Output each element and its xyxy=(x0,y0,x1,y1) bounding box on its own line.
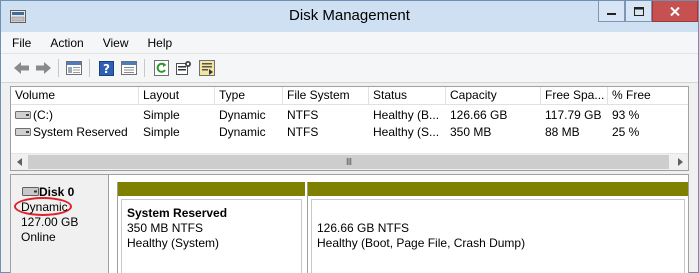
partition-size-fs: 126.66 GB NTFS xyxy=(317,221,410,235)
forward-button[interactable] xyxy=(34,59,52,77)
menu-help[interactable]: Help xyxy=(148,36,173,50)
partition-size-fs: 350 MB NTFS xyxy=(127,221,204,235)
show-hide-console-tree-button[interactable] xyxy=(65,59,83,77)
layout-cell: Simple xyxy=(143,125,180,139)
column-header-type[interactable]: Type xyxy=(215,87,283,105)
svg-text:?: ? xyxy=(103,62,110,76)
drive-icon xyxy=(15,110,31,119)
column-header-layout[interactable]: Layout xyxy=(139,87,215,105)
volume-list[interactable]: Volume Layout Type File System Status Ca… xyxy=(10,86,689,171)
type-cell: Dynamic xyxy=(219,108,266,122)
refresh-button[interactable] xyxy=(152,59,170,77)
properties-icon xyxy=(121,61,137,75)
drive-icon xyxy=(15,127,31,136)
capacity-cell: 126.66 GB xyxy=(450,108,508,122)
disk-info-panel[interactable]: Disk 0 Dynamic 127.00 GB Online xyxy=(11,175,109,273)
close-button[interactable] xyxy=(652,1,698,22)
back-arrow-icon xyxy=(13,62,29,74)
close-icon xyxy=(670,6,680,16)
disk-icon xyxy=(22,187,39,196)
volume-cell: System Reserved xyxy=(11,124,139,140)
scroll-left-button[interactable] xyxy=(11,154,28,170)
disk-size: 127.00 GB xyxy=(21,215,79,229)
maximize-icon xyxy=(633,6,644,16)
maximize-button[interactable] xyxy=(625,1,652,22)
forward-arrow-icon xyxy=(35,62,51,74)
horizontal-scrollbar[interactable]: III xyxy=(11,153,688,170)
toolbar-separator xyxy=(144,59,145,77)
free-space-cell: 117.79 GB xyxy=(545,108,602,122)
menu-view[interactable]: View xyxy=(103,36,129,50)
partition-status: Healthy (System) xyxy=(127,236,220,250)
partition-details: 126.66 GB NTFS Healthy (Boot, Page File,… xyxy=(311,199,685,273)
toolbar: ? xyxy=(1,54,698,83)
layout-cell: Simple xyxy=(143,108,180,122)
file-system-cell: NTFS xyxy=(287,125,319,139)
rescan-disks-button[interactable] xyxy=(175,59,193,77)
disk-state: Online xyxy=(21,230,56,244)
menu-bar: File Action View Help xyxy=(1,32,698,54)
volume-cell: (C:) xyxy=(11,107,139,123)
volume-name: (C:) xyxy=(33,108,53,122)
file-system-cell: NTFS xyxy=(287,108,319,122)
back-button[interactable] xyxy=(12,59,30,77)
title-bar[interactable]: Disk Management xyxy=(1,1,698,32)
column-header-free-space[interactable]: Free Spa... xyxy=(541,87,608,105)
type-cell: Dynamic xyxy=(219,125,266,139)
help-icon: ? xyxy=(98,60,114,76)
partition-name: System Reserved xyxy=(127,206,228,220)
toolbar-separator xyxy=(58,59,59,77)
settings-icon xyxy=(176,61,191,75)
menu-action[interactable]: Action xyxy=(50,36,83,50)
partition-c-drive[interactable]: 126.66 GB NTFS Healthy (Boot, Page File,… xyxy=(307,182,688,273)
free-space-cell: 88 MB xyxy=(545,125,580,139)
help-button[interactable]: ? xyxy=(97,59,115,77)
partition-color-bar xyxy=(308,182,688,196)
menu-file[interactable]: File xyxy=(12,36,31,50)
scroll-right-button[interactable] xyxy=(671,154,688,170)
status-cell: Healthy (B... xyxy=(373,108,440,122)
console-tree-icon xyxy=(66,61,82,75)
column-header-volume[interactable]: Volume xyxy=(11,87,139,105)
export-list-button[interactable] xyxy=(198,59,216,77)
export-icon xyxy=(199,60,215,76)
percent-free-cell: 25 % xyxy=(612,125,640,139)
scroll-grip: III xyxy=(345,156,352,168)
column-header-status[interactable]: Status xyxy=(369,87,446,105)
scroll-right-arrow-icon xyxy=(677,158,683,166)
toolbar-separator xyxy=(89,59,90,77)
disk-graphical-view: Disk 0 Dynamic 127.00 GB Online System R… xyxy=(10,174,689,273)
percent-free-cell: 93 % xyxy=(612,108,640,122)
partition-status: Healthy (Boot, Page File, Crash Dump) xyxy=(317,236,526,250)
partition-color-bar xyxy=(118,182,305,196)
column-header-capacity[interactable]: Capacity xyxy=(446,87,541,105)
minimize-button[interactable] xyxy=(598,1,625,22)
disk-management-window: Disk Management File Action View Help ? … xyxy=(0,0,699,273)
properties-button[interactable] xyxy=(120,59,138,77)
disk-type: Dynamic xyxy=(21,200,68,214)
volume-name: System Reserved xyxy=(33,125,128,139)
partition-system-reserved[interactable]: System Reserved 350 MB NTFS Healthy (Sys… xyxy=(117,182,305,273)
window-title: Disk Management xyxy=(289,7,410,24)
capacity-cell: 350 MB xyxy=(450,125,492,139)
status-cell: Healthy (S... xyxy=(373,125,440,139)
column-header-percent-free[interactable]: % Free xyxy=(608,87,688,105)
column-header-file-system[interactable]: File System xyxy=(283,87,369,105)
minimize-icon xyxy=(607,12,616,15)
scroll-thumb[interactable]: III xyxy=(28,155,669,169)
window-controls xyxy=(598,1,698,23)
scroll-left-arrow-icon xyxy=(16,158,22,166)
refresh-icon xyxy=(153,60,169,76)
partition-details: System Reserved 350 MB NTFS Healthy (Sys… xyxy=(121,199,302,273)
